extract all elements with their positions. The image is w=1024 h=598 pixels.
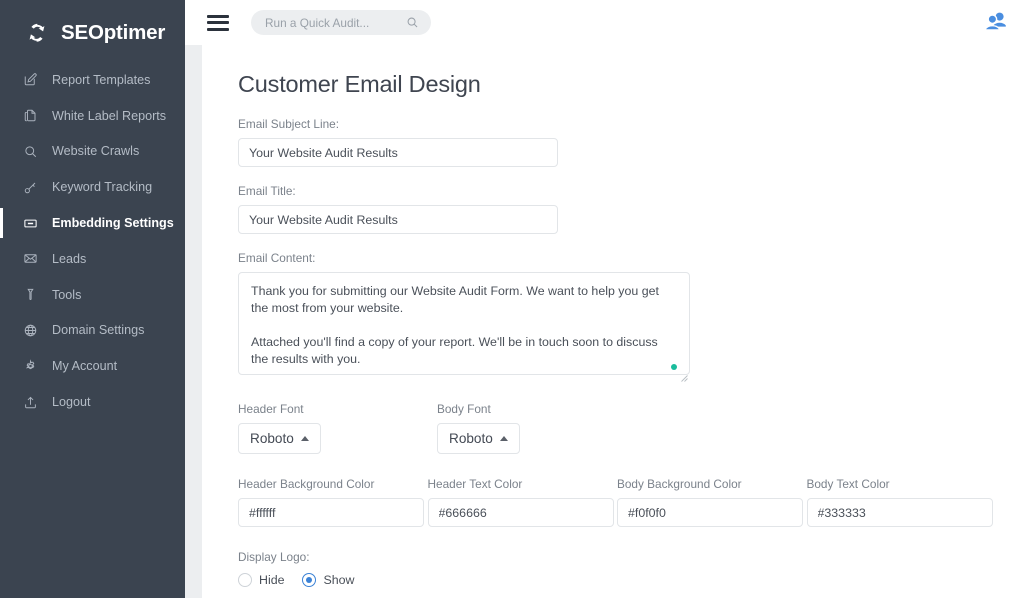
caret-up-icon xyxy=(500,436,508,441)
display-logo-radio-row: Hide Show xyxy=(238,573,996,587)
users-account-icon[interactable] xyxy=(984,11,1008,33)
sidebar-item-website-crawls[interactable]: Website Crawls xyxy=(0,134,185,170)
body-font-label: Body Font xyxy=(437,402,636,416)
content-card: Customer Email Design Email Subject Line… xyxy=(202,45,1024,598)
logout-upload-icon xyxy=(22,394,38,410)
hamburger-bar xyxy=(207,15,229,18)
search-icon xyxy=(22,143,38,159)
app-root: SEOptimer Report Templates xyxy=(0,0,1024,598)
body-font-group: Body Font Roboto xyxy=(437,402,636,454)
body-background-color-input[interactable] xyxy=(617,498,803,527)
sidebar-item-label: Tools xyxy=(52,288,81,302)
sidebar-item-my-account[interactable]: My Account xyxy=(0,348,185,384)
sidebar-item-embedding-settings[interactable]: Embedding Settings xyxy=(0,205,185,241)
display-logo-label: Display Logo: xyxy=(238,550,996,564)
email-subject-field-group: Email Subject Line: xyxy=(238,117,996,167)
sidebar-item-label: Leads xyxy=(52,252,86,266)
display-logo-option-show[interactable]: Show xyxy=(302,573,354,587)
status-dot-icon xyxy=(671,364,677,370)
header-font-label: Header Font xyxy=(238,402,437,416)
sidebar-item-label: White Label Reports xyxy=(52,109,166,123)
content-background: Customer Email Design Email Subject Line… xyxy=(185,45,1024,598)
brand-logo-area[interactable]: SEOptimer xyxy=(0,0,185,52)
edit-square-icon xyxy=(22,72,38,88)
header-font-group: Header Font Roboto xyxy=(238,402,437,454)
body-text-color-group: Body Text Color xyxy=(807,477,997,527)
sidebar-item-label: Domain Settings xyxy=(52,323,144,337)
globe-icon xyxy=(22,322,38,338)
header-text-color-input[interactable] xyxy=(428,498,614,527)
email-title-label: Email Title: xyxy=(238,184,996,198)
body-text-color-label: Body Text Color xyxy=(807,477,997,491)
header-background-color-group: Header Background Color xyxy=(238,477,428,527)
sidebar-nav: Report Templates White Label Reports xyxy=(0,62,185,420)
body-font-select[interactable]: Roboto xyxy=(437,423,520,454)
sidebar-item-report-templates[interactable]: Report Templates xyxy=(0,62,185,98)
quick-audit-search[interactable] xyxy=(251,10,431,35)
email-content-label: Email Content: xyxy=(238,251,996,265)
email-content-field-group: Email Content: xyxy=(238,251,996,380)
top-bar xyxy=(185,0,1024,45)
page-title: Customer Email Design xyxy=(238,71,996,98)
display-logo-option-label: Show xyxy=(323,573,354,587)
header-font-value: Roboto xyxy=(250,431,294,446)
sidebar-item-label: My Account xyxy=(52,359,117,373)
color-row: Header Background Color Header Text Colo… xyxy=(238,477,996,527)
sidebar-item-label: Keyword Tracking xyxy=(52,180,152,194)
wrench-icon xyxy=(22,287,38,303)
gear-icon xyxy=(22,358,38,374)
email-subject-input[interactable] xyxy=(238,138,558,167)
header-background-color-input[interactable] xyxy=(238,498,424,527)
caret-up-icon xyxy=(301,436,309,441)
hamburger-bar xyxy=(207,21,229,24)
sidebar-item-label: Report Templates xyxy=(52,73,150,87)
main-area: Customer Email Design Email Subject Line… xyxy=(185,0,1024,598)
header-background-color-label: Header Background Color xyxy=(238,477,428,491)
sidebar-item-label: Logout xyxy=(52,395,91,409)
radio-circle-selected-icon xyxy=(302,573,316,587)
display-logo-option-label: Hide xyxy=(259,573,284,587)
email-subject-label: Email Subject Line: xyxy=(238,117,996,131)
email-content-textarea[interactable] xyxy=(238,272,690,375)
body-text-color-input[interactable] xyxy=(807,498,993,527)
display-logo-group: Display Logo: Hide Show xyxy=(238,550,996,587)
email-title-field-group: Email Title: xyxy=(238,184,996,234)
display-logo-option-hide[interactable]: Hide xyxy=(238,573,284,587)
hamburger-menu-icon[interactable] xyxy=(207,15,229,31)
sidebar-item-leads[interactable]: Leads xyxy=(0,241,185,277)
sidebar-item-domain-settings[interactable]: Domain Settings xyxy=(0,313,185,349)
brand-name: SEOptimer xyxy=(61,21,165,45)
gear-refresh-logo-icon xyxy=(22,18,52,48)
body-font-value: Roboto xyxy=(449,431,493,446)
font-row: Header Font Roboto Body Font Roboto xyxy=(238,402,996,454)
email-title-input[interactable] xyxy=(238,205,558,234)
envelope-icon xyxy=(22,251,38,267)
header-font-select[interactable]: Roboto xyxy=(238,423,321,454)
sidebar-item-white-label-reports[interactable]: White Label Reports xyxy=(0,98,185,134)
sidebar-item-tools[interactable]: Tools xyxy=(0,277,185,313)
body-background-color-label: Body Background Color xyxy=(617,477,807,491)
sidebar: SEOptimer Report Templates xyxy=(0,0,185,598)
hamburger-bar xyxy=(207,28,229,31)
sidebar-item-label: Embedding Settings xyxy=(52,216,174,230)
radio-circle-icon xyxy=(238,573,252,587)
header-text-color-group: Header Text Color xyxy=(428,477,618,527)
body-background-color-group: Body Background Color xyxy=(617,477,807,527)
sidebar-item-keyword-tracking[interactable]: Keyword Tracking xyxy=(0,169,185,205)
search-icon xyxy=(406,16,420,29)
sidebar-item-label: Website Crawls xyxy=(52,144,139,158)
key-icon xyxy=(22,179,38,195)
email-content-wrapper xyxy=(238,272,690,380)
header-text-color-label: Header Text Color xyxy=(428,477,618,491)
copy-documents-icon xyxy=(22,108,38,124)
search-input[interactable] xyxy=(265,16,406,30)
sidebar-item-logout[interactable]: Logout xyxy=(0,384,185,420)
embed-card-icon xyxy=(22,215,38,231)
